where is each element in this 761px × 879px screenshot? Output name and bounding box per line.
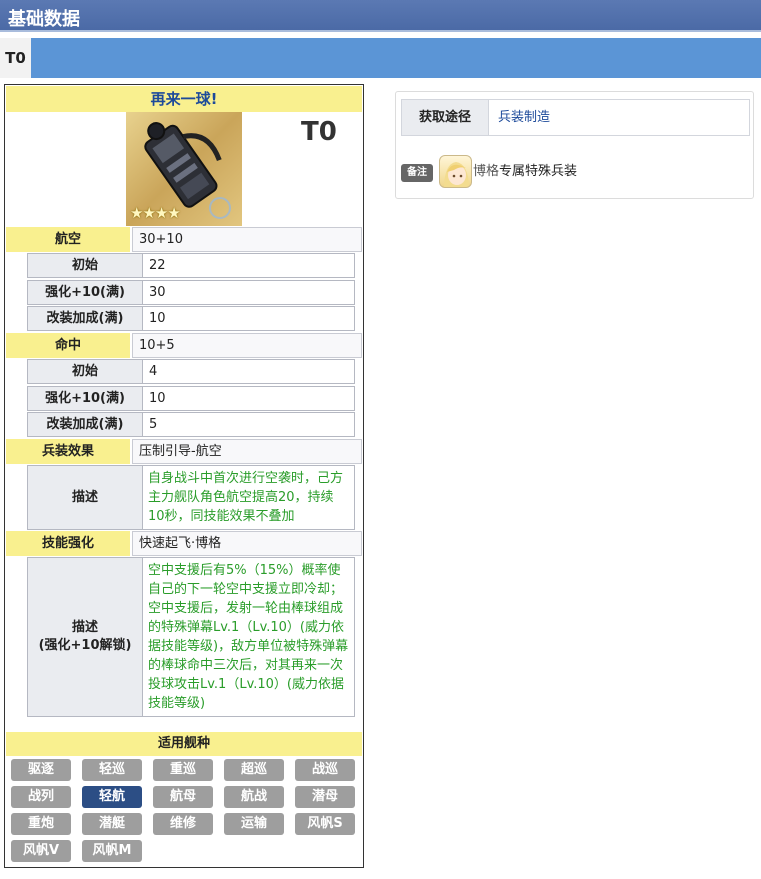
ship-type-button[interactable]: 超巡 <box>224 759 284 781</box>
effect-value: 压制引导-航空 <box>132 439 362 464</box>
skill-row: 技能强化 快速起飞·博格 <box>6 531 362 556</box>
ship-type-button[interactable]: 风帆S <box>295 813 355 835</box>
stat-subrow: 强化+10(满) 30 <box>27 280 355 305</box>
stat-sublabel: 初始 <box>27 253 143 278</box>
description-label-line1: 描述 <box>71 620 98 635</box>
source-label: 获取途径 <box>402 100 489 135</box>
source-link[interactable]: 兵装制造 <box>498 100 550 135</box>
stat-label: 命中 <box>6 333 130 358</box>
info-panel: 获取途径 兵装制造 备注 博格专属特殊兵装 <box>395 91 754 199</box>
tab-row: T0 <box>0 38 761 78</box>
effect-description: 描述 自身战斗中首次进行空袭时，己方主力舰队角色航空提高20，持续10秒，同技能… <box>27 465 355 530</box>
description-label: 描述 (强化+10解锁) <box>27 557 143 717</box>
stat-sublabel: 初始 <box>27 359 143 384</box>
ship-type-button[interactable]: 轻巡 <box>82 759 142 781</box>
ship-link[interactable]: 博格 <box>473 164 499 179</box>
equipment-card: 再来一球! ★★★★ T0 航空 30+10 初始 22 强化+10(满) 30 <box>4 84 364 868</box>
note-text: 博格专属特殊兵装 <box>473 162 577 182</box>
ship-type-button[interactable]: 驱逐 <box>11 759 71 781</box>
stat-row-hit: 命中 10+5 <box>6 333 362 358</box>
stat-subrow: 强化+10(满) 10 <box>27 386 355 411</box>
skill-description: 描述 (强化+10解锁) 空中支援后有5%（15%）概率使自己的下一轮空中支援立… <box>27 557 355 717</box>
stat-subrow: 改装加成(满) 5 <box>27 412 355 437</box>
ship-type-button[interactable]: 风帆V <box>11 840 71 862</box>
ship-type-button[interactable]: 重巡 <box>153 759 213 781</box>
note-suffix: 专属特殊兵装 <box>499 164 578 179</box>
stat-row-air: 航空 30+10 <box>6 227 362 252</box>
skill-value: 快速起飞·博格 <box>132 531 362 556</box>
skill-label: 技能强化 <box>6 531 130 556</box>
tab-t0[interactable]: T0 <box>0 38 31 78</box>
note-badge: 备注 <box>401 164 433 182</box>
ship-type-button[interactable]: 运输 <box>224 813 284 835</box>
stat-subvalue: 30 <box>143 280 355 305</box>
ship-type-button[interactable]: 战列 <box>11 786 71 808</box>
ship-type-button[interactable]: 轻航 <box>82 786 142 808</box>
stat-subvalue: 10 <box>143 386 355 411</box>
ship-type-button[interactable]: 潜艇 <box>82 813 142 835</box>
stat-subrow: 初始 4 <box>27 359 355 384</box>
ship-type-button[interactable]: 维修 <box>153 813 213 835</box>
description-text: 空中支援后有5%（15%）概率使自己的下一轮空中支援立即冷却；空中支援后，发射一… <box>143 557 355 717</box>
bogue-avatar-icon[interactable] <box>439 155 472 188</box>
ship-type-button[interactable]: 潜母 <box>295 786 355 808</box>
stat-subrow: 初始 22 <box>27 253 355 278</box>
aircraft-launcher-icon: ★★★★ <box>126 112 242 226</box>
ship-types-header: 适用舰种 <box>6 732 362 756</box>
ship-type-button[interactable]: 航母 <box>153 786 213 808</box>
effect-row: 兵装效果 压制引导-航空 <box>6 439 362 464</box>
description-label-line2: (强化+10解锁) <box>38 638 132 653</box>
rarity-stars: ★★★★ <box>130 204 181 222</box>
effect-label: 兵装效果 <box>6 439 130 464</box>
stat-sublabel: 强化+10(满) <box>27 280 143 305</box>
stat-subvalue: 22 <box>143 253 355 278</box>
stat-value: 10+5 <box>132 333 362 358</box>
ship-type-button[interactable]: 战巡 <box>295 759 355 781</box>
ship-type-button[interactable]: 航战 <box>224 786 284 808</box>
description-text: 自身战斗中首次进行空袭时，己方主力舰队角色航空提高20，持续10秒，同技能效果不… <box>143 465 355 530</box>
stat-sublabel: 改装加成(满) <box>27 306 143 331</box>
stat-subvalue: 4 <box>143 359 355 384</box>
stat-value: 30+10 <box>132 227 362 252</box>
page-title: 基础数据 <box>8 9 80 30</box>
stat-label: 航空 <box>6 227 130 252</box>
stat-subvalue: 10 <box>143 306 355 331</box>
stat-sublabel: 改装加成(满) <box>27 412 143 437</box>
ship-type-button[interactable]: 重炮 <box>11 813 71 835</box>
ship-type-button[interactable]: 风帆M <box>82 840 142 862</box>
stat-subrow: 改装加成(满) 10 <box>27 306 355 331</box>
header-bar: 基础数据 <box>0 0 761 32</box>
stat-subvalue: 5 <box>143 412 355 437</box>
stat-sublabel: 强化+10(满) <box>27 386 143 411</box>
tier-label: T0 <box>301 117 337 147</box>
equipment-name: 再来一球! <box>6 86 362 112</box>
source-row: 获取途径 兵装制造 <box>401 99 750 136</box>
description-label: 描述 <box>27 465 143 530</box>
